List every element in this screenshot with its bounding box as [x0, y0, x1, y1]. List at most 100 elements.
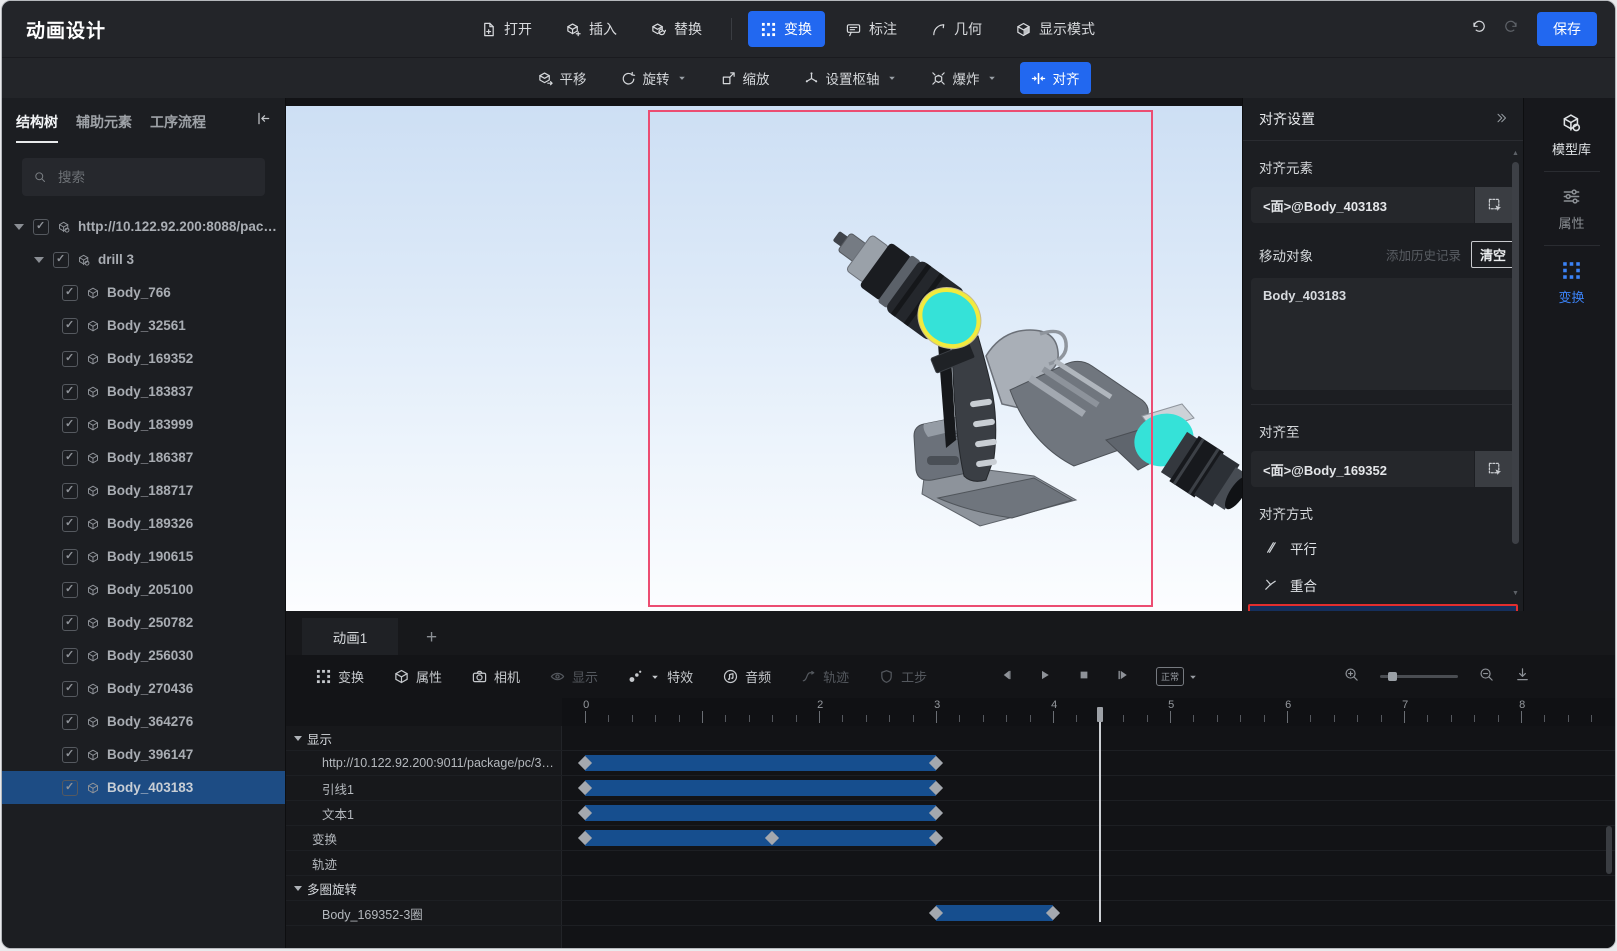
track-bar[interactable]: [585, 755, 936, 771]
track-bar[interactable]: [585, 830, 936, 846]
track-bar[interactable]: [585, 805, 936, 821]
node-checkbox[interactable]: [62, 482, 78, 499]
scale-button[interactable]: 缩放: [710, 62, 781, 94]
node-checkbox[interactable]: [62, 647, 78, 664]
node-checkbox[interactable]: [62, 383, 78, 400]
step-forward-button[interactable]: [1117, 668, 1129, 686]
timeline-attribute-button[interactable]: 属性: [394, 667, 442, 686]
node-checkbox[interactable]: [62, 416, 78, 433]
node-checkbox[interactable]: [62, 746, 78, 763]
geometry-button[interactable]: 几何: [918, 11, 995, 47]
tree-node[interactable]: Body_270436: [2, 672, 285, 705]
sidebar-tab-aux-elements[interactable]: 辅助元素: [76, 100, 132, 143]
node-checkbox[interactable]: [62, 614, 78, 631]
insert-button[interactable]: 插入: [553, 11, 630, 47]
rail-model-library-button[interactable]: 模型库: [1524, 98, 1615, 171]
prev-frame-button[interactable]: [1000, 668, 1012, 686]
redo-button[interactable]: [1504, 19, 1519, 39]
method-coincide[interactable]: 重合: [1243, 566, 1523, 603]
collapse-sidebar-button[interactable]: [256, 111, 271, 131]
scrollbar-thumb[interactable]: [1512, 162, 1519, 544]
tree-node[interactable]: Body_169352: [2, 342, 285, 375]
export-button[interactable]: [1515, 667, 1530, 687]
track-name[interactable]: Body_169352-3圈: [286, 901, 562, 925]
expand-caret-icon[interactable]: [34, 256, 44, 263]
tree-node[interactable]: Body_189326: [2, 507, 285, 540]
playhead-line[interactable]: [1098, 722, 1101, 922]
play-button[interactable]: [1039, 668, 1051, 686]
rotate-button[interactable]: 旋转: [610, 62, 698, 94]
track-lane[interactable]: [562, 726, 1615, 750]
display-mode-button[interactable]: 显示模式: [1003, 11, 1108, 47]
timeline-camera-button[interactable]: 相机: [472, 667, 520, 686]
align-to-value[interactable]: <面>@Body_169352: [1251, 451, 1474, 487]
transform-button[interactable]: 变换: [748, 11, 825, 47]
tree-node[interactable]: Body_190615: [2, 540, 285, 573]
node-checkbox[interactable]: [62, 713, 78, 730]
tree-node[interactable]: Body_766: [2, 276, 285, 309]
node-checkbox[interactable]: [62, 515, 78, 532]
track-name[interactable]: 文本1: [286, 801, 562, 825]
track-bar[interactable]: [585, 780, 936, 796]
rail-properties-button[interactable]: 属性: [1524, 172, 1615, 245]
tree-node[interactable]: Body_183999: [2, 408, 285, 441]
tree-node[interactable]: Body_396147: [2, 738, 285, 771]
pick-element-button[interactable]: [1475, 187, 1515, 223]
group-caret-icon[interactable]: [294, 735, 302, 741]
node-checkbox[interactable]: [62, 284, 78, 301]
node-checkbox[interactable]: [62, 317, 78, 334]
timeline-ruler[interactable]: 0 2 3 4 5 6 7 8: [562, 698, 1615, 726]
track-lane[interactable]: [562, 901, 1615, 925]
slider-knob[interactable]: [1388, 672, 1397, 681]
undo-button[interactable]: [1471, 19, 1486, 39]
replace-button[interactable]: 替换: [638, 11, 715, 47]
set-pivot-button[interactable]: 设置枢轴: [793, 62, 908, 94]
node-checkbox[interactable]: [53, 251, 69, 268]
tree-node[interactable]: http://10.122.92.200:8088/pack...: [2, 210, 285, 243]
explode-button[interactable]: 爆炸: [920, 62, 1008, 94]
node-checkbox[interactable]: [62, 350, 78, 367]
node-checkbox[interactable]: [33, 218, 49, 235]
add-animation-button[interactable]: +: [426, 628, 437, 647]
panel-scrollbar[interactable]: ▲ ▼: [1511, 150, 1520, 597]
tree-node[interactable]: Body_186387: [2, 441, 285, 474]
track-lane[interactable]: [562, 751, 1615, 775]
node-checkbox[interactable]: [62, 581, 78, 598]
move-list-item[interactable]: Body_403183: [1263, 288, 1503, 303]
track-name[interactable]: 多圈旋转: [286, 876, 562, 900]
pick-target-button[interactable]: [1475, 451, 1515, 487]
pan-button[interactable]: 平移: [527, 62, 598, 94]
stop-button[interactable]: [1078, 668, 1090, 686]
tree-node[interactable]: Body_32561: [2, 309, 285, 342]
timeline-zoom-slider[interactable]: [1380, 672, 1458, 681]
tree-node[interactable]: Body_205100: [2, 573, 285, 606]
node-checkbox[interactable]: [62, 548, 78, 565]
tree-node[interactable]: Body_250782: [2, 606, 285, 639]
group-caret-icon[interactable]: [294, 885, 302, 891]
track-lane[interactable]: [562, 851, 1615, 875]
align-element-value[interactable]: <面>@Body_403183: [1251, 187, 1474, 223]
rail-transform-button[interactable]: 变换: [1524, 246, 1615, 319]
track-bar[interactable]: [936, 905, 1053, 921]
tree-node[interactable]: Body_364276: [2, 705, 285, 738]
align-button[interactable]: 对齐: [1019, 62, 1091, 94]
sidebar-tab-process-flow[interactable]: 工序流程: [150, 100, 206, 143]
animation-tab[interactable]: 动画1: [302, 618, 398, 655]
track-name[interactable]: 变换: [286, 826, 562, 850]
timeline-transform-button[interactable]: 变换: [316, 667, 364, 686]
save-button[interactable]: 保存: [1537, 12, 1597, 46]
open-button[interactable]: 打开: [468, 11, 545, 47]
node-checkbox[interactable]: [62, 449, 78, 466]
collapse-panel-button[interactable]: [1495, 111, 1507, 127]
viewport-canvas[interactable]: 12V: [286, 106, 1242, 611]
zoom-in-button[interactable]: [1344, 667, 1359, 687]
method-parallel[interactable]: 平行: [1243, 529, 1523, 566]
timeline-effects-button[interactable]: 特效: [628, 667, 693, 686]
track-name[interactable]: http://10.122.92.200:9011/package/pc/3dc…: [286, 751, 562, 775]
node-checkbox[interactable]: [62, 680, 78, 697]
tree-node[interactable]: Body_183837: [2, 375, 285, 408]
move-object-list[interactable]: Body_403183: [1251, 278, 1515, 390]
tree-node[interactable]: drill 3: [2, 243, 285, 276]
sidebar-tab-structure-tree[interactable]: 结构树: [16, 100, 58, 143]
clear-button[interactable]: 清空: [1470, 241, 1515, 268]
